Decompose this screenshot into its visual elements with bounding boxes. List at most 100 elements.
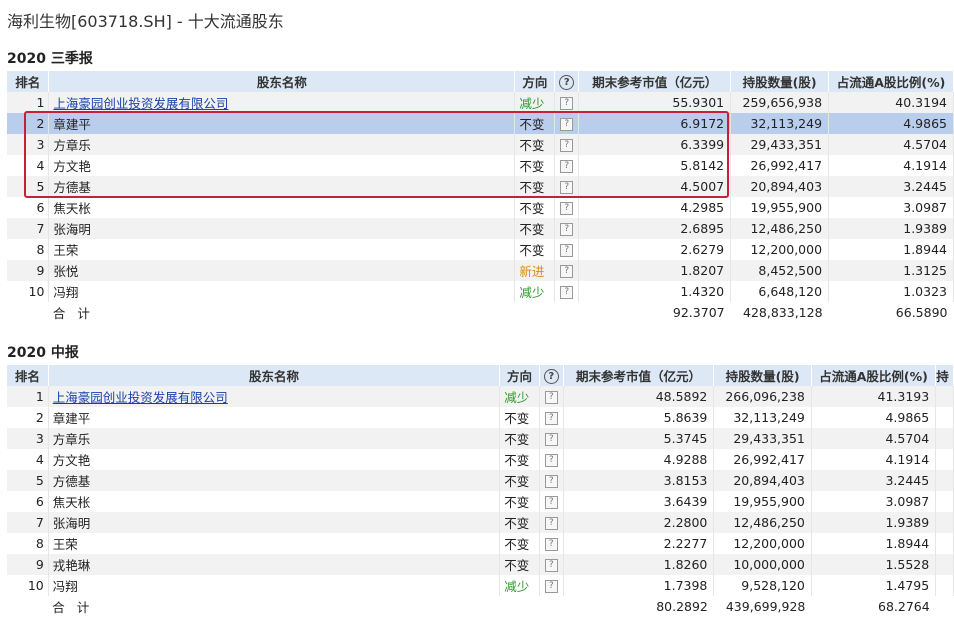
help-box-icon[interactable]: ? [544,580,558,593]
ratio-cell: 3.2445 [828,176,954,197]
table-row[interactable]: 1 上海豪园创业投资发展有限公司 减少? 48.5892 266,096,238 41.3… [7,386,954,407]
table-row[interactable]: 5 方德基 不变? 4.5007 20,894,403 3.2445 [7,176,954,197]
header-rank: 排名 [7,365,49,386]
table-row[interactable]: 6 焦天枨 不变? 4.2985 19,955,900 3.0987 [7,197,954,218]
ratio-cell: 4.9865 [828,113,954,134]
shareholder-name-cell: 上海豪园创业投资发展有限公司 [48,92,516,113]
ratio-cell: 3.2445 [811,470,937,491]
holding-cell: 9,528,120 [713,575,812,596]
table-row[interactable]: 6 焦天枨 不变? 3.6439 19,955,900 3.0987 [7,491,954,512]
ratio-cell: 4.5704 [828,134,954,155]
table-row[interactable]: 1 上海豪园创业投资发展有限公司 减少? 55.9301 259,656,938 40.3… [7,92,954,113]
total-label: 合计 [48,596,500,617]
header-direction: 方向 [514,71,556,92]
market-value-cell: 4.9288 [563,449,715,470]
market-value-cell: 3.8153 [563,470,715,491]
help-box-icon[interactable]: ? [560,286,574,299]
shareholder-name: 张悦 [53,264,79,279]
detail-help-cell: ? [554,218,580,239]
help-box-icon[interactable]: ? [544,559,558,572]
help-box-icon[interactable]: ? [560,118,574,131]
header-extra-truncated: 持 [935,365,954,386]
help-box-icon[interactable]: ? [544,475,558,488]
table-row[interactable]: 10 冯翔 减少? 1.4320 6,648,120 1.0323 [7,281,954,302]
help-circle-icon[interactable]: ? [543,368,559,384]
extra-cell [935,575,954,596]
shareholder-name: 方德基 [52,474,91,489]
help-box-icon[interactable]: ? [560,223,574,236]
market-value-cell: 2.6895 [578,218,732,239]
total-market-value: 80.2892 [563,596,714,617]
help-box-icon[interactable]: ? [544,391,558,404]
ratio-cell: 4.1914 [811,449,937,470]
table-row[interactable]: 9 戎艳琳 不变? 1.8260 10,000,000 1.5528 [7,554,954,575]
total-holding: 439,699,928 [713,596,812,617]
direction-cell: 减少 [514,281,556,302]
help-box-icon[interactable]: ? [560,265,574,278]
shareholder-name-link[interactable]: 上海豪园创业投资发展有限公司 [53,390,228,405]
rank-cell: 3 [7,134,50,155]
ratio-cell: 41.3193 [811,386,937,407]
help-box-icon[interactable]: ? [544,412,558,425]
table-row[interactable]: 4 方文艳 不变? 5.8142 26,992,417 4.1914 [7,155,954,176]
help-box-icon[interactable]: ? [560,97,574,110]
table-row[interactable]: 8 王荣 不变? 2.6279 12,200,000 1.8944 [7,239,954,260]
table-row[interactable]: 2 章建平 不变? 6.9172 32,113,249 4.9865 [7,113,954,134]
total-help-cell [554,302,579,323]
help-box-icon[interactable]: ? [544,538,558,551]
help-box-icon[interactable]: ? [560,160,574,173]
market-value-cell: 5.3745 [563,428,715,449]
holding-cell: 19,955,900 [730,197,830,218]
holding-cell: 12,486,250 [713,512,812,533]
table-row[interactable]: 9 张悦 新进? 1.8207 8,452,500 1.3125 [7,260,954,281]
help-box-icon[interactable]: ? [544,433,558,446]
holding-cell: 12,486,250 [730,218,830,239]
table-row[interactable]: 3 方章乐 不变? 6.3399 29,433,351 4.5704 [7,134,954,155]
header-help[interactable]: ? [554,71,580,92]
market-value-cell: 2.6279 [578,239,732,260]
rank-cell: 8 [7,239,50,260]
rank-cell: 6 [7,197,50,218]
table-row[interactable]: 5 方德基 不变? 3.8153 20,894,403 3.2445 [7,470,954,491]
table-row[interactable]: 10 冯翔 减少? 1.7398 9,528,120 1.4795 [7,575,954,596]
shareholder-name-cell: 张海明 [48,218,516,239]
help-circle-icon[interactable]: ? [559,74,575,90]
direction-cell: 减少 [514,92,556,113]
holding-cell: 26,992,417 [713,449,812,470]
shareholder-name: 方文艳 [52,453,91,468]
shareholder-name-cell: 冯翔 [48,281,516,302]
help-box-icon[interactable]: ? [560,181,574,194]
rank-cell: 9 [7,260,50,281]
table-row[interactable]: 3 方章乐 不变? 5.3745 29,433,351 4.5704 [7,428,954,449]
table-row[interactable]: 7 张海明 不变? 2.6895 12,486,250 1.9389 [7,218,954,239]
market-value-cell: 1.8207 [578,260,732,281]
holding-cell: 29,433,351 [730,134,830,155]
ratio-cell: 1.3125 [828,260,954,281]
help-box-icon[interactable]: ? [544,454,558,467]
table-row[interactable]: 4 方文艳 不变? 4.9288 26,992,417 4.1914 [7,449,954,470]
header-market-value: 期末参考市值（亿元） [563,365,715,386]
rank-cell: 7 [7,218,50,239]
help-box-icon[interactable]: ? [560,139,574,152]
shareholder-name-link[interactable]: 上海豪园创业投资发展有限公司 [53,96,228,111]
shareholder-name: 张海明 [52,516,91,531]
help-box-icon[interactable]: ? [560,244,574,257]
total-row: 合计 92.3707 428,833,128 66.5890 [7,302,954,323]
shareholder-name-cell: 方文艳 [48,155,516,176]
table-row[interactable]: 7 张海明 不变? 2.2800 12,486,250 1.9389 [7,512,954,533]
ratio-cell: 1.8944 [811,533,937,554]
shareholder-name-cell: 冯翔 [48,575,501,596]
shareholder-name: 章建平 [53,117,91,132]
table-row[interactable]: 2 章建平 不变? 5.8639 32,113,249 4.9865 [7,407,954,428]
table-row[interactable]: 8 王荣 不变? 2.2277 12,200,000 1.8944 [7,533,954,554]
header-holding: 持股数量(股) [730,71,830,92]
help-box-icon[interactable]: ? [560,202,574,215]
direction-cell: 不变 [499,533,540,554]
direction-cell: 不变 [499,491,540,512]
direction-cell: 不变 [499,407,540,428]
help-box-icon[interactable]: ? [544,517,558,530]
header-ratio: 占流通A股比例(%) [828,71,954,92]
header-help[interactable]: ? [539,365,564,386]
help-box-icon[interactable]: ? [544,496,558,509]
rank-cell: 10 [7,281,50,302]
